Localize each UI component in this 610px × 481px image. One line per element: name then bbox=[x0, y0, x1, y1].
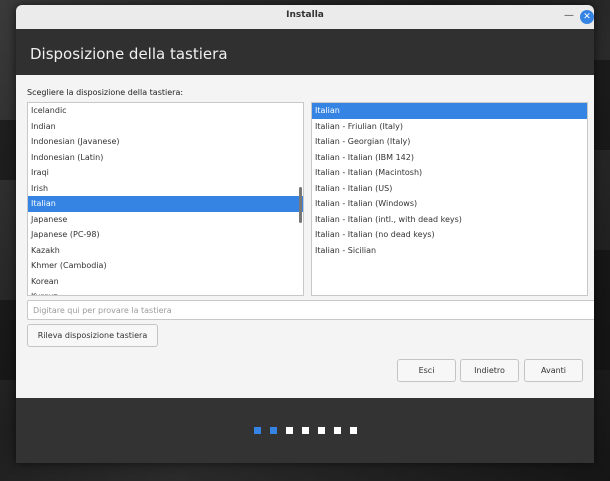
title-bar: Installa — ✕ bbox=[16, 5, 594, 30]
layout-list-item[interactable]: Iraqi bbox=[28, 165, 303, 181]
layout-list-item[interactable]: Italian bbox=[28, 196, 303, 212]
quit-button[interactable]: Esci bbox=[397, 359, 456, 382]
progress-step-dot bbox=[318, 427, 325, 434]
keyboard-layout-list[interactable]: Icelandic Indian Indonesian (Javanese) Indo… bbox=[27, 102, 304, 296]
layout-list-item[interactable]: Icelandic bbox=[28, 103, 303, 119]
back-button[interactable]: Indietro bbox=[460, 359, 519, 382]
footer bbox=[16, 398, 594, 463]
progress-step-dot bbox=[334, 427, 341, 434]
layout-list-item[interactable]: Indian bbox=[28, 119, 303, 135]
layout-list-item[interactable]: Indonesian (Latin) bbox=[28, 150, 303, 166]
variant-list-item[interactable]: Italian - Italian (no dead keys) bbox=[312, 227, 587, 243]
layout-list-item[interactable]: Khmer (Cambodia) bbox=[28, 258, 303, 274]
progress-step-dot bbox=[286, 427, 293, 434]
minimize-icon[interactable]: — bbox=[562, 9, 576, 23]
variant-list-item[interactable]: Italian - Italian (intl., with dead keys… bbox=[312, 212, 587, 228]
keyboard-test-input[interactable] bbox=[27, 300, 594, 320]
progress-step-dot bbox=[270, 427, 277, 434]
layout-prompt: Scegliere la disposizione della tastiera… bbox=[27, 88, 184, 97]
next-button[interactable]: Avanti bbox=[524, 359, 583, 382]
progress-step-dot bbox=[350, 427, 357, 434]
variant-list-item[interactable]: Italian - Italian (Windows) bbox=[312, 196, 587, 212]
layout-list-item[interactable]: Kyrgyz bbox=[28, 289, 303, 295]
layout-list-scrollbar[interactable] bbox=[299, 187, 302, 223]
page-title: Disposizione della tastiera bbox=[30, 45, 228, 63]
progress-step-dot bbox=[254, 427, 261, 434]
variant-list-item[interactable]: Italian - Italian (Macintosh) bbox=[312, 165, 587, 181]
close-icon[interactable]: ✕ bbox=[580, 10, 594, 24]
detect-layout-button[interactable]: Rileva disposizione tastiera bbox=[27, 324, 158, 347]
layout-list-item[interactable]: Irish bbox=[28, 181, 303, 197]
progress-step-dot bbox=[302, 427, 309, 434]
variant-list-item[interactable]: Italian - Friulian (Italy) bbox=[312, 119, 587, 135]
layout-list-item[interactable]: Indonesian (Javanese) bbox=[28, 134, 303, 150]
variant-list-item[interactable]: Italian bbox=[312, 103, 587, 119]
layout-list-item[interactable]: Korean bbox=[28, 274, 303, 290]
variant-list-item[interactable]: Italian - Italian (IBM 142) bbox=[312, 150, 587, 166]
installer-window: Installa — ✕ Disposizione della tastiera… bbox=[16, 5, 594, 463]
keyboard-variant-list[interactable]: Italian Italian - Friulian (Italy) Italian… bbox=[311, 102, 588, 296]
layout-list-item[interactable]: Japanese bbox=[28, 212, 303, 228]
page-header: Disposizione della tastiera bbox=[16, 29, 594, 75]
layout-list-item[interactable]: Japanese (PC-98) bbox=[28, 227, 303, 243]
content-area: Scegliere la disposizione della tastiera… bbox=[16, 75, 594, 398]
variant-list-item[interactable]: Italian - Sicilian bbox=[312, 243, 587, 259]
variant-list-item[interactable]: Italian - Georgian (Italy) bbox=[312, 134, 587, 150]
window-title: Installa bbox=[286, 10, 324, 20]
layout-list-item[interactable]: Kazakh bbox=[28, 243, 303, 259]
variant-list-item[interactable]: Italian - Italian (US) bbox=[312, 181, 587, 197]
